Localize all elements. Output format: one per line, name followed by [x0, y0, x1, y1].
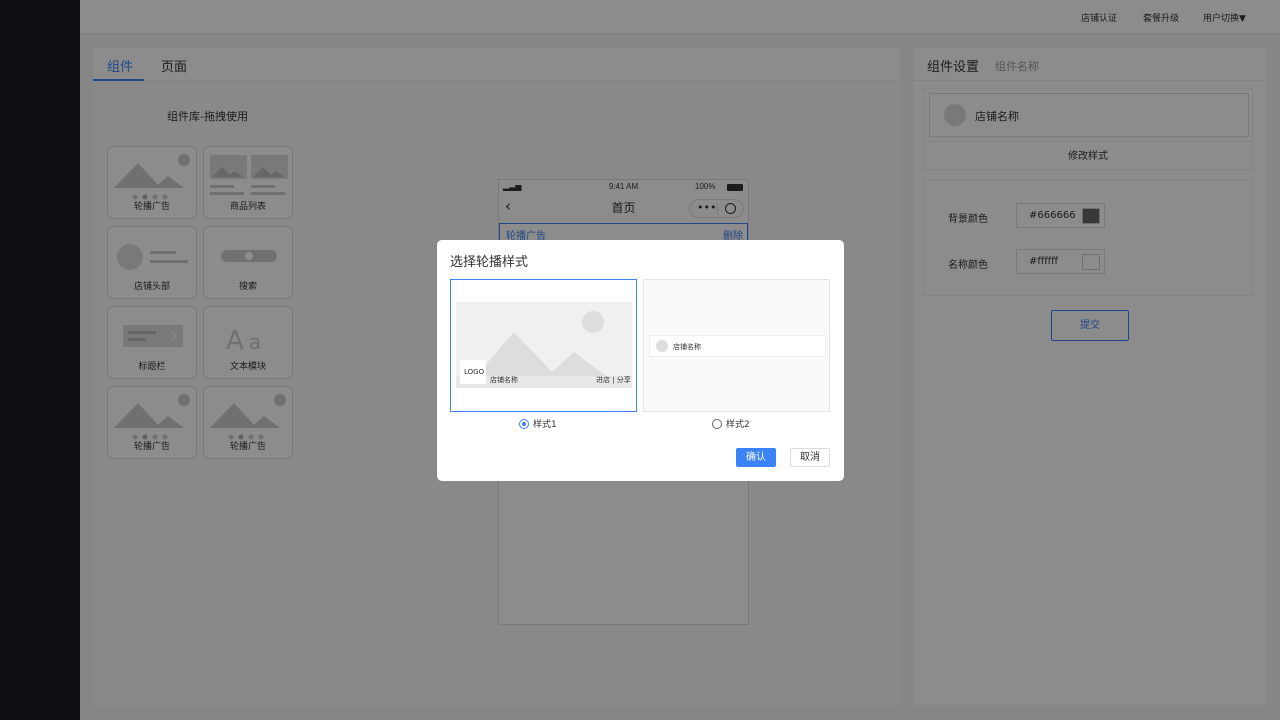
- radio-style-2[interactable]: 样式2: [712, 417, 750, 430]
- radio-button-checked[interactable]: [519, 418, 529, 429]
- option1-actions: 进店 | 分享: [596, 376, 631, 384]
- option1-store-name: 店铺名称: [490, 376, 518, 384]
- style-option-2[interactable]: 店铺名称: [643, 279, 830, 412]
- store-avatar: [656, 340, 668, 352]
- carousel-style-dialog: 选择轮播样式 LOGO 店铺名称 进店 | 分享 店铺名称 样式1 样式2 确认…: [437, 240, 844, 481]
- cancel-button[interactable]: 取消: [790, 448, 830, 467]
- style-option-1[interactable]: LOGO 店铺名称 进店 | 分享: [450, 279, 637, 412]
- radio-style-1[interactable]: 样式1: [519, 417, 557, 430]
- logo-box: LOGO: [460, 360, 486, 384]
- store-bar-preview: 店铺名称: [649, 335, 826, 357]
- radio-button-unchecked[interactable]: [712, 418, 722, 429]
- logo-text: LOGO: [464, 368, 485, 376]
- radio-label: 样式2: [726, 420, 750, 430]
- confirm-button[interactable]: 确认: [736, 448, 776, 467]
- option2-store-name: 店铺名称: [673, 343, 701, 351]
- dialog-title: 选择轮播样式: [450, 255, 529, 270]
- radio-label: 样式1: [533, 420, 557, 430]
